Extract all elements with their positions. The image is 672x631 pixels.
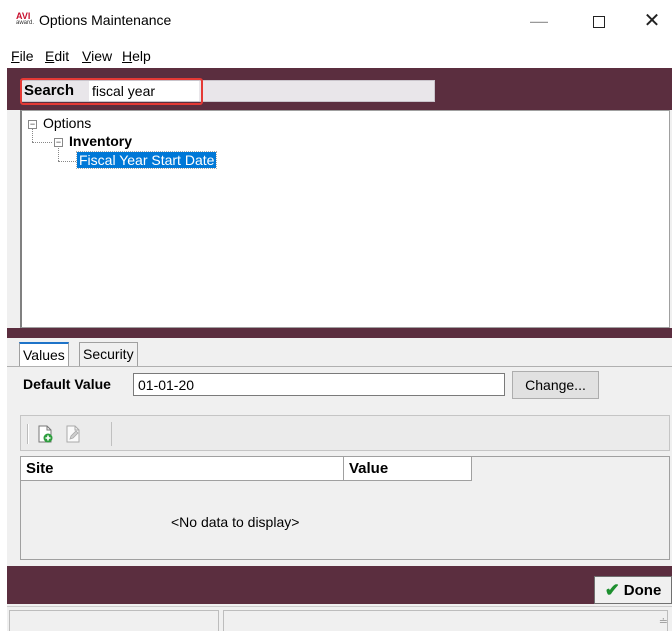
status-panel-left xyxy=(9,610,219,631)
checkmark-icon: ✔ xyxy=(604,579,620,600)
app-logo-icon: AVI award. xyxy=(16,11,35,27)
minimize-button[interactable]: — xyxy=(519,8,559,34)
search-bar xyxy=(20,80,435,102)
search-label: Search xyxy=(24,82,75,99)
menu-file[interactable]: File xyxy=(11,48,34,64)
column-header-value[interactable]: Value xyxy=(344,457,472,481)
site-values-grid: Site Value <No data to display> xyxy=(20,456,670,560)
toolbar-separator xyxy=(111,422,112,446)
menu-edit[interactable]: Edit xyxy=(45,48,69,64)
collapse-options-icon[interactable]: − xyxy=(28,120,37,129)
tabs-divider xyxy=(7,366,672,367)
menu-view[interactable]: View xyxy=(82,48,112,64)
empty-grid-message: <No data to display> xyxy=(171,514,300,530)
resize-grip-icon[interactable]: ≐ xyxy=(659,615,668,628)
tree-node-options[interactable]: Options xyxy=(43,115,91,131)
close-button[interactable]: ✕ xyxy=(632,8,672,34)
add-record-icon[interactable] xyxy=(37,425,53,443)
options-maintenance-window: AVI award. Options Maintenance — ✕ File … xyxy=(7,0,672,631)
close-icon: ✕ xyxy=(643,10,661,32)
search-input[interactable] xyxy=(89,81,199,101)
status-bar: ≐ xyxy=(7,606,672,631)
maximize-button[interactable] xyxy=(579,8,619,34)
column-header-site[interactable]: Site xyxy=(21,457,344,481)
title-bar[interactable]: AVI award. Options Maintenance — ✕ xyxy=(7,0,672,40)
panel-splitter[interactable] xyxy=(7,328,672,338)
edit-record-icon[interactable] xyxy=(65,425,81,443)
maximize-icon xyxy=(593,16,605,29)
collapse-inventory-icon[interactable]: − xyxy=(54,138,63,147)
change-button[interactable]: Change... xyxy=(512,371,599,399)
tab-security[interactable]: Security xyxy=(79,342,138,366)
tree-node-fiscal-year-start-date[interactable]: Fiscal Year Start Date xyxy=(75,151,218,169)
options-tree: − Options − Inventory Fiscal Year Start … xyxy=(20,110,670,328)
menu-help[interactable]: Help xyxy=(122,48,151,64)
status-panel-right xyxy=(223,610,668,631)
bottom-bar xyxy=(7,566,672,604)
default-value-label: Default Value xyxy=(23,376,111,392)
toolbar-grip[interactable] xyxy=(27,424,29,444)
minimize-icon: — xyxy=(530,11,548,31)
done-button[interactable]: ✔ Done xyxy=(594,576,672,604)
window-title: Options Maintenance xyxy=(39,12,172,28)
tree-node-inventory[interactable]: Inventory xyxy=(69,133,132,149)
default-value-input[interactable] xyxy=(133,373,505,396)
done-button-label: Done xyxy=(623,581,662,599)
grid-toolbar xyxy=(20,415,670,451)
tab-values[interactable]: Values xyxy=(19,342,69,366)
menu-bar: File Edit View Help xyxy=(7,40,672,68)
